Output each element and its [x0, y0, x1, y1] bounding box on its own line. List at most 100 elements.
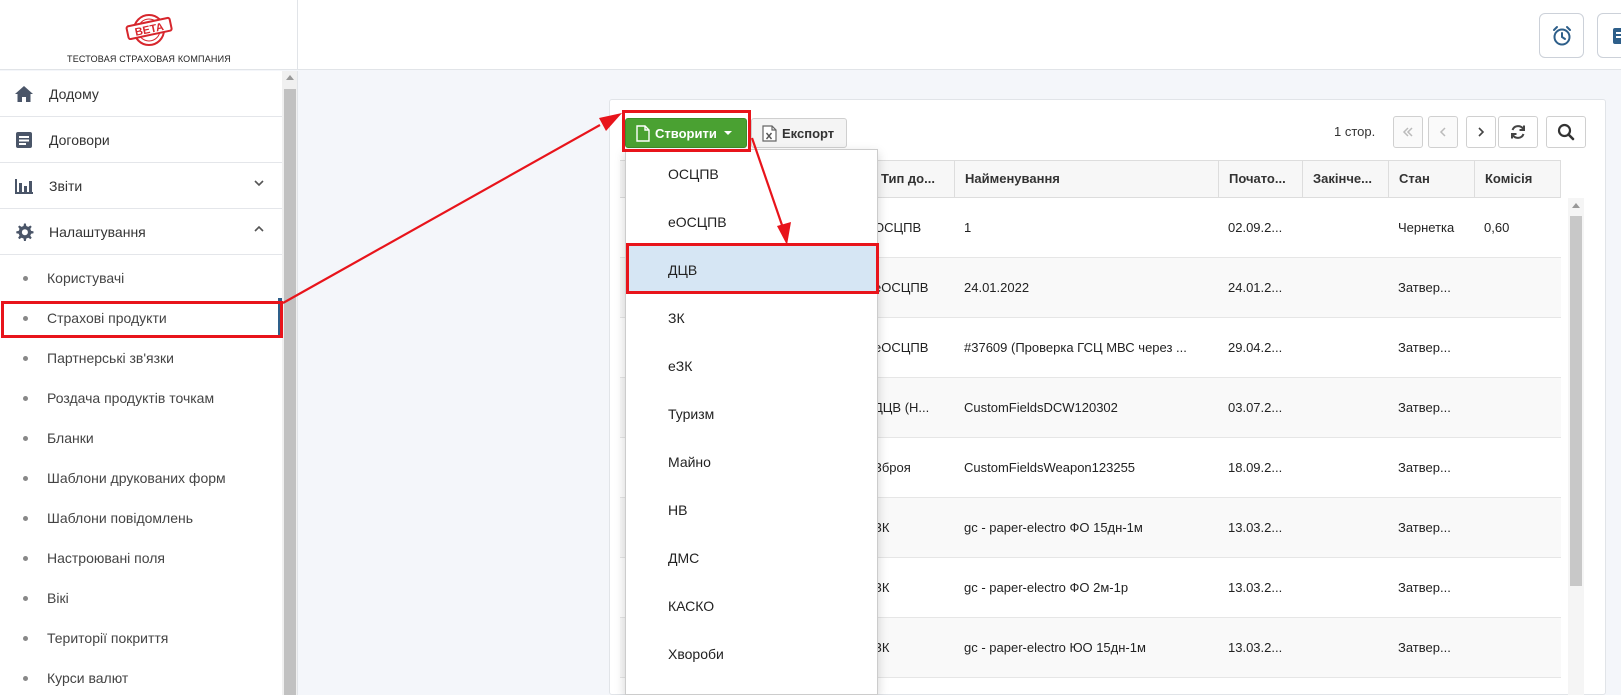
page-count: 1 стор.	[1334, 124, 1376, 139]
sidebar-subitem-partner-links[interactable]: Партнерські зв'язки	[0, 338, 282, 378]
search-icon	[1557, 123, 1575, 141]
caret-down-icon	[723, 131, 732, 135]
prev-page-button[interactable]	[1428, 116, 1458, 148]
sidebar-item-reports[interactable]: Звіти	[0, 163, 282, 209]
sidebar-subitem-label: Користувачі	[47, 270, 125, 286]
column-header-start[interactable]: Почато...	[1218, 161, 1302, 197]
sidebar-subitem-insurance-products[interactable]: Страхові продукти	[0, 298, 282, 338]
create-button-label: Створити	[655, 125, 717, 141]
menu-item-property[interactable]: Майно	[626, 438, 877, 486]
top-bar: BETA ТЕСТОВАЯ СТРАХОВАЯ КОМПАНИЯ	[0, 0, 1621, 70]
sidebar-subitem-coverage-territories[interactable]: Території покриття	[0, 618, 282, 658]
create-button[interactable]: Створити	[625, 118, 747, 148]
cell-end	[1302, 198, 1388, 258]
cell-status: Чернетка	[1398, 220, 1455, 235]
sidebar-subitem-exchange-rates[interactable]: Курси валют	[0, 658, 282, 695]
cell-end	[1302, 258, 1388, 318]
bar-chart-icon	[14, 176, 34, 196]
cell-start: 13.03.2...	[1228, 520, 1283, 535]
cell-start: 02.09.2...	[1228, 220, 1283, 235]
column-header-commission[interactable]: Комісія	[1474, 161, 1561, 197]
cell-status: Затвер...	[1398, 400, 1451, 415]
sidebar-item-label: Договори	[49, 131, 110, 148]
table-scrollbar[interactable]	[1568, 198, 1584, 695]
menu-item-dcv[interactable]: ДЦВ	[626, 246, 877, 294]
menu-item-diseases[interactable]: Хвороби	[626, 630, 877, 678]
company-logo: BETA	[125, 14, 173, 46]
cell-commission	[1474, 378, 1561, 438]
cell-end	[1302, 378, 1388, 438]
bullet	[23, 355, 28, 361]
sidebar: Додому Договори Звіти Налаштування Корис…	[0, 71, 298, 695]
first-page-button[interactable]	[1393, 116, 1423, 148]
cell-end	[1302, 618, 1388, 678]
column-header-type[interactable]: Тип до...	[870, 161, 954, 197]
refresh-button[interactable]	[1498, 116, 1538, 148]
bullet	[23, 595, 28, 601]
sidebar-scrollbar-thumb[interactable]	[284, 89, 296, 695]
menu-item-oscpv[interactable]: ОСЦПВ	[626, 150, 877, 198]
table-scrollbar-thumb[interactable]	[1570, 216, 1582, 586]
cell-type: ЗК	[874, 640, 890, 655]
column-header-end[interactable]: Закінче...	[1302, 161, 1388, 197]
cell-commission: 0,60	[1484, 220, 1510, 235]
sidebar-subitem-message-templates[interactable]: Шаблони повідомлень	[0, 498, 282, 538]
sidebar-subitem-users[interactable]: Користувачі	[0, 258, 282, 298]
sidebar-subitem-label: Шаблони повідомлень	[47, 510, 194, 526]
chevron-right-icon	[1478, 127, 1485, 137]
sidebar-subitem-forms[interactable]: Бланки	[0, 418, 282, 458]
document-button[interactable]	[1597, 13, 1621, 58]
search-button[interactable]	[1546, 116, 1586, 148]
cell-name: CustomFieldsDCW120302	[964, 400, 1118, 415]
bullet	[23, 515, 28, 521]
sidebar-subitem-print-templates[interactable]: Шаблони друкованих форм	[0, 458, 282, 498]
export-button[interactable]: Експорт	[751, 118, 847, 148]
cell-end	[1302, 318, 1388, 378]
sidebar-item-settings[interactable]: Налаштування	[0, 209, 282, 255]
bullet	[23, 555, 28, 561]
menu-item-kasko[interactable]: КАСКО	[626, 582, 877, 630]
sidebar-item-label: Налаштування	[49, 223, 146, 240]
menu-item-tourism[interactable]: Туризм	[626, 390, 877, 438]
cell-commission	[1474, 558, 1561, 618]
create-dropdown-menu: ОСЦПВ еОСЦПВ ДЦВ ЗК еЗК Туризм Майно НВ …	[625, 149, 878, 695]
sidebar-item-label: Додому	[49, 85, 99, 102]
refresh-icon	[1511, 125, 1525, 139]
sidebar-subitem-custom-fields[interactable]: Настроювані поля	[0, 538, 282, 578]
cell-type: ОСЦПВ	[874, 220, 922, 235]
sidebar-subitem-label: Бланки	[47, 430, 94, 446]
cell-commission	[1474, 318, 1561, 378]
cell-commission	[1474, 498, 1561, 558]
cell-commission	[1474, 438, 1561, 498]
sidebar-subitem-label: Території покриття	[47, 630, 169, 646]
column-header-name[interactable]: Найменування	[954, 161, 1218, 197]
sidebar-subitem-product-distribution[interactable]: Роздача продуктів точкам	[0, 378, 282, 418]
arrow-to-create-button	[282, 124, 601, 304]
alarm-button[interactable]	[1539, 13, 1584, 58]
chevron-down-icon[interactable]	[252, 176, 266, 190]
menu-item-nv[interactable]: НВ	[626, 486, 877, 534]
cell-type: ДЦВ (Н...	[874, 400, 930, 415]
cell-end	[1302, 498, 1388, 558]
sidebar-scrollbar[interactable]	[282, 71, 297, 695]
company-name: ТЕСТОВАЯ СТРАХОВАЯ КОМПАНИЯ	[67, 54, 231, 64]
next-page-button[interactable]	[1466, 116, 1496, 148]
chevron-up-icon[interactable]	[252, 222, 266, 236]
logo-area[interactable]: BETA ТЕСТОВАЯ СТРАХОВАЯ КОМПАНИЯ	[0, 0, 298, 70]
sidebar-subitem-label: Настроювані поля	[47, 550, 165, 566]
sidebar-subitem-wiki[interactable]: Вікі	[0, 578, 282, 618]
menu-item-ezk[interactable]: еЗК	[626, 342, 877, 390]
cell-status: Затвер...	[1398, 580, 1451, 595]
menu-item-eoscpv[interactable]: еОСЦПВ	[626, 198, 877, 246]
cell-type: Зброя	[874, 460, 911, 475]
sidebar-subitem-label: Шаблони друкованих форм	[47, 470, 226, 486]
sidebar-item-home[interactable]: Додому	[0, 71, 282, 117]
sidebar-item-contracts[interactable]: Договори	[0, 117, 282, 163]
menu-item-dms[interactable]: ДМС	[626, 534, 877, 582]
document-icon	[1612, 27, 1621, 44]
column-header-status[interactable]: Стан	[1388, 161, 1474, 197]
scroll-up-arrow-icon[interactable]	[286, 75, 294, 80]
cell-commission	[1474, 258, 1561, 318]
menu-item-zk[interactable]: ЗК	[626, 294, 877, 342]
scroll-up-arrow-icon[interactable]	[1572, 203, 1580, 208]
